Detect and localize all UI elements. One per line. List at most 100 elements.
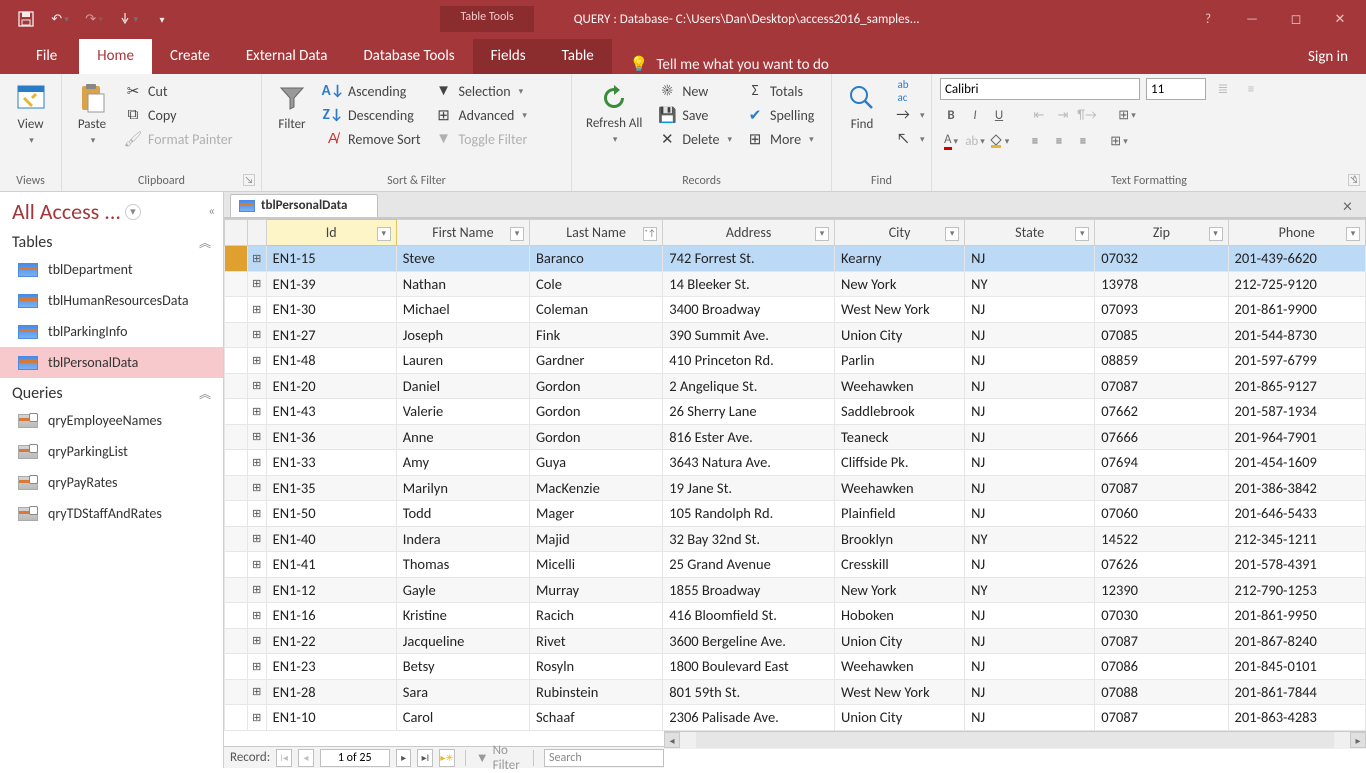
expand-row-icon[interactable]: ⊞ xyxy=(247,654,266,680)
cell-id[interactable]: EN1-23 xyxy=(266,654,396,680)
tab-create[interactable]: Create xyxy=(152,39,228,74)
cell-state[interactable]: NJ xyxy=(965,705,1095,731)
expand-row-icon[interactable]: ⊞ xyxy=(247,577,266,603)
touch-mode-icon[interactable]: ▾ xyxy=(118,9,138,29)
cell-last-name[interactable]: Majid xyxy=(530,526,663,552)
expand-row-icon[interactable]: ⊞ xyxy=(247,322,266,348)
collapse-icon[interactable]: ︽ xyxy=(199,385,211,402)
cell-phone[interactable]: 201-597-6799 xyxy=(1228,348,1365,374)
column-header-city[interactable]: City▾ xyxy=(835,220,965,246)
cell-id[interactable]: EN1-40 xyxy=(266,526,396,552)
record-selector[interactable] xyxy=(225,297,248,323)
paste-button[interactable]: Paste▾ xyxy=(70,78,114,150)
cell-address[interactable]: 1800 Boulevard East xyxy=(663,654,835,680)
table-row[interactable]: ⊞EN1-22JacquelineRivet3600 Bergeline Ave… xyxy=(225,628,1366,654)
gridlines-button[interactable]: ⊞▾ xyxy=(1116,104,1138,126)
cell-last-name[interactable]: Gordon xyxy=(530,424,663,450)
cell-first-name[interactable]: Nathan xyxy=(396,271,529,297)
scroll-right-icon[interactable]: ▸ xyxy=(1350,732,1366,748)
cell-last-name[interactable]: Rubinstein xyxy=(530,679,663,705)
filter-dropdown-icon[interactable]: ▾ xyxy=(1209,227,1223,241)
new-record-nav-button[interactable]: ▸✳ xyxy=(439,749,455,767)
table-row[interactable]: ⊞EN1-10CarolSchaaf2306 Palisade Ave.Unio… xyxy=(225,705,1366,731)
cell-phone[interactable]: 201-865-9127 xyxy=(1228,373,1365,399)
toggle-filter-button[interactable]: ▼Toggle Filter xyxy=(431,128,532,150)
cell-id[interactable]: EN1-27 xyxy=(266,322,396,348)
table-row[interactable]: ⊞EN1-35MarilynMacKenzie19 Jane St.Weehaw… xyxy=(225,475,1366,501)
table-row[interactable]: ⊞EN1-30MichaelColeman3400 BroadwayWest N… xyxy=(225,297,1366,323)
cell-address[interactable]: 3400 Broadway xyxy=(663,297,835,323)
save-record-button[interactable]: 💾Save xyxy=(654,104,736,126)
cell-state[interactable]: NJ xyxy=(965,654,1095,680)
cell-state[interactable]: NJ xyxy=(965,297,1095,323)
tab-fields[interactable]: Fields xyxy=(473,39,544,74)
expand-row-icon[interactable]: ⊞ xyxy=(247,552,266,578)
font-size-combo[interactable] xyxy=(1146,78,1206,100)
record-selector[interactable] xyxy=(225,501,248,527)
sort-asc-indicator-icon[interactable]: ⁺↑ xyxy=(643,227,657,241)
record-selector-header[interactable] xyxy=(225,220,248,246)
cell-id[interactable]: EN1-43 xyxy=(266,399,396,425)
new-record-button[interactable]: ☀New xyxy=(654,80,736,102)
table-row[interactable]: ⊞EN1-28SaraRubinstein801 59th St.West Ne… xyxy=(225,679,1366,705)
cell-last-name[interactable]: MacKenzie xyxy=(530,475,663,501)
cell-address[interactable]: 410 Princeton Rd. xyxy=(663,348,835,374)
cell-address[interactable]: 32 Bay 32nd St. xyxy=(663,526,835,552)
cell-last-name[interactable]: Rosyln xyxy=(530,654,663,680)
next-record-button[interactable]: ▸ xyxy=(396,749,412,767)
cell-first-name[interactable]: Carol xyxy=(396,705,529,731)
cell-city[interactable]: Union City xyxy=(835,705,965,731)
scroll-left-icon[interactable]: ◂ xyxy=(664,732,680,748)
cell-phone[interactable]: 201-964-7901 xyxy=(1228,424,1365,450)
table-row[interactable]: ⊞EN1-39NathanCole14 Bleeker St.New YorkN… xyxy=(225,271,1366,297)
cell-first-name[interactable]: Valerie xyxy=(396,399,529,425)
cell-zip[interactable]: 07085 xyxy=(1095,322,1228,348)
cell-address[interactable]: 26 Sherry Lane xyxy=(663,399,835,425)
table-row[interactable]: ⊞EN1-36AnneGordon816 Ester Ave.TeaneckNJ… xyxy=(225,424,1366,450)
cell-last-name[interactable]: Gordon xyxy=(530,373,663,399)
cell-last-name[interactable]: Rivet xyxy=(530,628,663,654)
nav-header[interactable]: All Access ... xyxy=(12,198,121,225)
maximize-icon[interactable]: ◻ xyxy=(1276,4,1316,34)
cell-phone[interactable]: 212-345-1211 xyxy=(1228,526,1365,552)
cell-last-name[interactable]: Coleman xyxy=(530,297,663,323)
expand-row-icon[interactable]: ⊞ xyxy=(247,297,266,323)
cell-phone[interactable]: 201-578-4391 xyxy=(1228,552,1365,578)
record-selector[interactable] xyxy=(225,373,248,399)
tab-home[interactable]: Home xyxy=(79,39,152,74)
cell-address[interactable]: 105 Randolph Rd. xyxy=(663,501,835,527)
cell-state[interactable]: NJ xyxy=(965,603,1095,629)
expand-row-icon[interactable]: ⊞ xyxy=(247,705,266,731)
bold-button[interactable]: B xyxy=(940,104,962,126)
collapse-ribbon-icon[interactable]: ˄ xyxy=(1352,174,1358,188)
expand-row-icon[interactable]: ⊞ xyxy=(247,679,266,705)
record-selector[interactable] xyxy=(225,399,248,425)
selection-button[interactable]: ▼Selection▾ xyxy=(431,80,532,102)
cell-first-name[interactable]: Kristine xyxy=(396,603,529,629)
cell-last-name[interactable]: Schaaf xyxy=(530,705,663,731)
datasheet-search-input[interactable] xyxy=(544,749,664,767)
cell-first-name[interactable]: Michael xyxy=(396,297,529,323)
cell-city[interactable]: Teaneck xyxy=(835,424,965,450)
qat-customize-icon[interactable]: ▾ xyxy=(152,9,172,29)
align-right-button[interactable]: ≡ xyxy=(1072,130,1094,152)
table-row[interactable]: ⊞EN1-16KristineRacich416 Bloomfield St.H… xyxy=(225,603,1366,629)
column-header-last-name[interactable]: Last Name⁺↑ xyxy=(530,220,663,246)
italic-button[interactable]: I xyxy=(964,104,986,126)
font-color-button[interactable]: A▾ xyxy=(940,130,962,152)
expand-row-icon[interactable]: ⊞ xyxy=(247,348,266,374)
expand-row-icon[interactable]: ⊞ xyxy=(247,399,266,425)
horizontal-scrollbar[interactable]: ◂ ▸ xyxy=(664,731,1366,749)
table-row[interactable]: ⊞EN1-12GayleMurray1855 BroadwayNew YorkN… xyxy=(225,577,1366,603)
column-header-first-name[interactable]: First Name▾ xyxy=(396,220,529,246)
collapse-icon[interactable]: ︽ xyxy=(199,234,211,251)
cell-phone[interactable]: 212-725-9120 xyxy=(1228,271,1365,297)
nav-table-item[interactable]: tblHumanResourcesData xyxy=(0,285,223,316)
record-selector[interactable] xyxy=(225,348,248,374)
cut-button[interactable]: ✂Cut xyxy=(120,80,237,102)
table-row[interactable]: ⊞EN1-20DanielGordon2 Angelique St.Weehaw… xyxy=(225,373,1366,399)
cell-zip[interactable]: 07086 xyxy=(1095,654,1228,680)
cell-city[interactable]: Weehawken xyxy=(835,654,965,680)
record-position-input[interactable] xyxy=(320,749,390,767)
cell-state[interactable]: NJ xyxy=(965,450,1095,476)
